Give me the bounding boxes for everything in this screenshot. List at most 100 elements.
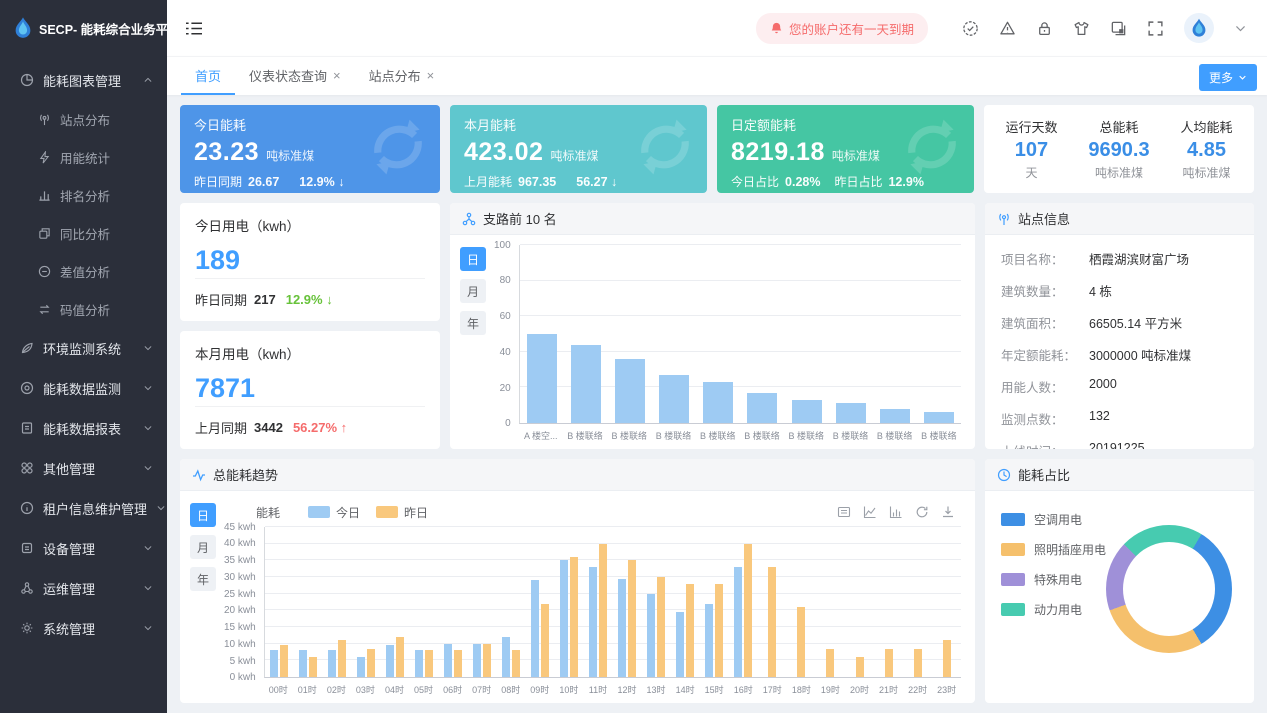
recycle-icon (896, 111, 968, 183)
legend-chip (1001, 513, 1025, 526)
bell-icon (770, 22, 783, 35)
chevron-down-icon (143, 623, 153, 633)
refresh-icon[interactable] (915, 505, 929, 519)
account-expiry-alert[interactable]: 您的账户还有一天到期 (756, 13, 928, 44)
filter-month-button[interactable]: 月 (190, 535, 216, 559)
card-month-electricity: 本月用电（kwh） 7871 上月同期344256.27% ↑ (180, 331, 440, 449)
sidebar-item-yoy-analysis[interactable]: 同比分析 (0, 214, 167, 252)
card-month-energy: 本月能耗 423.02吨标准煤 上月能耗967.3556.27 ↓ (450, 105, 707, 193)
sidebar-group-ops-management[interactable]: 运维管理 (0, 568, 167, 608)
filter-year-button[interactable]: 年 (190, 567, 216, 591)
pie-clock-icon (997, 468, 1011, 482)
grid-circles-icon (20, 461, 34, 475)
more-button[interactable]: 更多 (1199, 64, 1257, 91)
line-chart-icon[interactable] (863, 505, 877, 519)
lightning-icon (38, 151, 51, 164)
tabbar: 首页 仪表状态查询 × 站点分布 × 更多 (167, 56, 1267, 95)
tab-home[interactable]: 首页 (181, 57, 235, 95)
chevron-down-icon[interactable] (1234, 22, 1247, 35)
swap-arrows-icon (38, 303, 51, 316)
tab-site-distribution[interactable]: 站点分布 × (355, 57, 449, 95)
close-icon[interactable]: × (333, 69, 341, 82)
panel-trend-body: 日 月 年 能耗 今日 昨日 (180, 491, 975, 703)
stat-per-capita-energy: 人均能耗 4.85 吨标准煤 (1180, 117, 1232, 181)
bar-chart-icon (38, 189, 51, 202)
sidebar-item-usage-stats[interactable]: 用能统计 (0, 138, 167, 176)
sidebar-group-energy-data-reports[interactable]: 能耗数据报表 (0, 408, 167, 448)
y-axis-name: 能耗 (256, 504, 280, 521)
recycle-icon (362, 111, 434, 183)
gear-icon (20, 621, 34, 635)
copy-icon (38, 227, 51, 240)
download-icon[interactable] (941, 505, 955, 519)
theme-tshirt-icon[interactable] (1073, 20, 1090, 37)
trend-bar-chart: 45 kwh40 kwh35 kwh30 kwh25 kwh20 kwh15 k… (220, 527, 961, 695)
sidebar-group-system-management[interactable]: 系统管理 (0, 608, 167, 648)
data-view-icon[interactable] (837, 505, 851, 519)
branch-top10-chart: 100806040200A 楼空...B 楼联络B 楼联络B 楼联络B 楼联络B… (490, 245, 961, 441)
legend-item-special[interactable]: 特殊用电 (1001, 571, 1106, 588)
sidebar-group-environment-monitoring[interactable]: 环境监测系统 (0, 328, 167, 368)
images-icon[interactable] (1110, 20, 1127, 37)
sidebar-menu: 能耗图表管理 站点分布 用能统计 排名分析 同比分析 差值分析 (0, 56, 167, 713)
sidebar-group-device-management[interactable]: 设备管理 (0, 528, 167, 568)
legend-item-ac[interactable]: 空调用电 (1001, 511, 1106, 528)
trend-chart-area: 能耗 今日 昨日 (220, 501, 961, 695)
legend-chip (308, 506, 330, 518)
filter-month-button[interactable]: 月 (460, 279, 486, 303)
recycle-icon (629, 111, 701, 183)
site-row: 建筑数量：4 栋 (1001, 281, 1238, 300)
branch-filters: 日 月 年 (460, 245, 490, 441)
sidebar: SECP- 能耗综合业务平台 能耗图表管理 站点分布 用能统计 排名分析 (0, 0, 167, 713)
sidebar-item-site-distribution[interactable]: 站点分布 (0, 100, 167, 138)
site-row: 年定额能耗：3000000 吨标准煤 (1001, 345, 1238, 364)
badge-check-icon[interactable] (962, 20, 979, 37)
warning-triangle-icon[interactable] (999, 20, 1016, 37)
collapse-menu-icon[interactable] (185, 21, 203, 36)
change-badge: 56.27% ↑ (293, 420, 347, 435)
sidebar-group-tenant-info[interactable]: 租户信息维护管理 (0, 488, 167, 528)
panel-energy-ratio: 能耗占比 空调用电 照明插座用电 特殊用电 动力用电 (985, 459, 1254, 703)
sidebar-group-other-management[interactable]: 其他管理 (0, 448, 167, 488)
bar-chart-icon[interactable] (889, 505, 903, 519)
sidebar-item-ranking[interactable]: 排名分析 (0, 176, 167, 214)
chevron-down-icon (143, 383, 153, 393)
trend-legend-row: 能耗 今日 昨日 (220, 501, 961, 523)
ratio-legend: 空调用电 照明插座用电 特殊用电 动力用电 (1001, 511, 1106, 618)
pulse-line-icon (192, 468, 206, 482)
close-icon[interactable]: × (427, 69, 435, 82)
hierarchy-icon (462, 212, 476, 226)
month-electricity-value: 7871 (195, 373, 425, 404)
sidebar-group-energy-charts[interactable]: 能耗图表管理 (0, 60, 167, 100)
antenna-icon (997, 212, 1011, 226)
energy-ratio-donut (1106, 525, 1232, 653)
quota-energy-value: 8219.18 (731, 138, 825, 167)
logo-flame-icon (14, 16, 32, 40)
filter-year-button[interactable]: 年 (460, 311, 486, 335)
panel-title: 站点信息 (1018, 209, 1070, 228)
sidebar-item-difference-analysis[interactable]: 差值分析 (0, 252, 167, 290)
panel-ratio-header: 能耗占比 (985, 459, 1254, 491)
tab-meter-status[interactable]: 仪表状态查询 × (235, 57, 355, 95)
main-area: 您的账户还有一天到期 首页 仪表状态查询 × 站点分布 (167, 0, 1267, 713)
filter-day-button[interactable]: 日 (460, 247, 486, 271)
card-daily-quota-energy: 日定额能耗 8219.18吨标准煤 今日占比0.28%昨日占比12.9% (717, 105, 974, 193)
legend-item-today[interactable]: 今日 (308, 504, 360, 521)
legend-item-lighting[interactable]: 照明插座用电 (1001, 541, 1106, 558)
user-avatar[interactable] (1184, 13, 1214, 43)
chevron-down-icon (143, 423, 153, 433)
card-today-electricity: 今日用电（kwh） 189 昨日同期21712.9% ↓ (180, 203, 440, 321)
panel-title: 支路前 10 名 (483, 209, 557, 228)
panel-branch-header: 支路前 10 名 (450, 203, 975, 235)
fullscreen-icon[interactable] (1147, 20, 1164, 37)
sidebar-item-code-value-analysis[interactable]: 码值分析 (0, 290, 167, 328)
sidebar-group-energy-data-monitoring[interactable]: 能耗数据监测 (0, 368, 167, 408)
nodes-icon (20, 581, 34, 595)
legend-item-power[interactable]: 动力用电 (1001, 601, 1106, 618)
lock-icon[interactable] (1036, 20, 1053, 37)
panels-grid: 今日用电（kwh） 189 昨日同期21712.9% ↓ 本月用电（kwh） 7… (180, 203, 1254, 703)
filter-day-button[interactable]: 日 (190, 503, 216, 527)
donut-hole (1123, 542, 1215, 636)
legend-item-yesterday[interactable]: 昨日 (376, 504, 428, 521)
site-row: 项目名称：栖霞湖滨财富广场 (1001, 249, 1238, 268)
